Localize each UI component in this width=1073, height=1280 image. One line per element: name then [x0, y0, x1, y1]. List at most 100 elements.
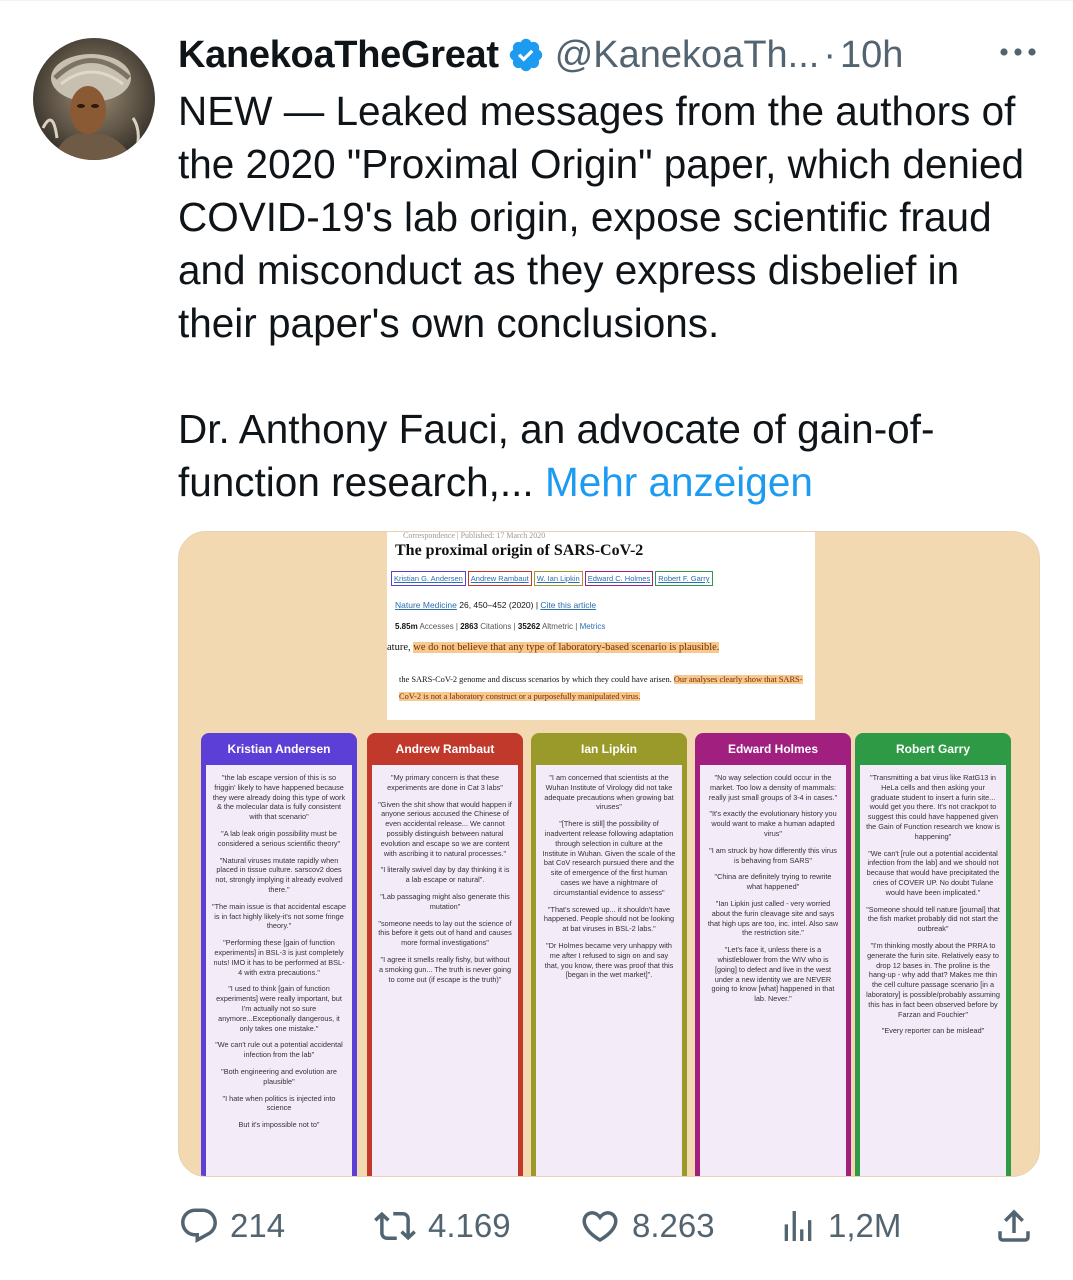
- like-button[interactable]: 8.263: [578, 1200, 715, 1252]
- paper-authors: Kristian G. Andersen Andrew Rambaut W. Ian…: [391, 571, 713, 586]
- column-quote: "It's exactly the evolutionary history y…: [709, 809, 837, 838]
- timestamp[interactable]: 10h: [840, 34, 903, 77]
- column-quote: "China are definitely trying to rewrite …: [714, 872, 832, 892]
- quote1-lead: ature,: [387, 642, 414, 653]
- paper-title: The proximal origin of SARS-CoV-2: [395, 542, 644, 559]
- quote1-highlight: we do not believe that any type of labor…: [413, 642, 720, 653]
- heart-icon: [582, 1211, 618, 1243]
- column-quote: "Lab passaging might also generate this …: [380, 891, 510, 911]
- tweet-paragraph: Dr. Anthony Fauci, an advocate of gain-o…: [178, 403, 1048, 509]
- paper-screenshot: Correspondence | Published: 17 March 202…: [387, 532, 815, 720]
- column-quote: "No way selection could occur in the mar…: [708, 773, 838, 802]
- paper-author: Andrew Rambaut: [467, 571, 532, 586]
- column-header: Andrew Rambaut: [395, 742, 495, 756]
- paper-author: Robert F. Garry: [655, 571, 713, 586]
- column-quote: "someone needs to lay out the science of…: [378, 918, 512, 948]
- column-quote: "Performing these [gain of function expe…: [213, 938, 345, 977]
- avatar-image: [33, 38, 155, 160]
- column-quote: "Someone should tell nature [journal] th…: [866, 904, 1000, 934]
- cite-link: Cite this article: [540, 600, 597, 610]
- quote2-plain: the SARS-CoV-2 genome and discuss scenar…: [399, 675, 674, 684]
- tweet-header: KanekoaTheGreat @KanekoaTh... · 10h: [178, 30, 1038, 80]
- column-quote: "Ian Lipkin just called - very worried a…: [707, 898, 839, 938]
- column-header: Edward Holmes: [727, 742, 819, 756]
- altmetric-label: Altmetric |: [540, 622, 580, 631]
- citations-label: Citations |: [478, 622, 518, 631]
- column-quote: "We can't [rule out a potential accident…: [866, 848, 1000, 897]
- column-quote: But it's impossible not to": [238, 1120, 320, 1130]
- column-quote: "That's screwed up... it shouldn't have …: [543, 904, 675, 934]
- paper-author: W. Ian Lipkin: [533, 571, 583, 586]
- journal-details: 26, 450–452 (2020) |: [456, 600, 541, 610]
- reply-button[interactable]: 214: [178, 1200, 285, 1252]
- display-name[interactable]: KanekoaTheGreat: [178, 34, 499, 77]
- like-count: 8.263: [632, 1207, 715, 1244]
- quote-column: Kristian Andersen "the lab escape version…: [201, 733, 357, 1176]
- paper-quote-1: ature, we do not believe that any type o…: [387, 642, 720, 653]
- accesses-value: 5.85m: [395, 622, 418, 631]
- quote-column: Edward Holmes "No way selection could occ…: [695, 733, 851, 1176]
- metrics-line: 5.85m Accesses | 2863 Citations | 35262 …: [395, 622, 605, 631]
- separator-dot: ·: [823, 33, 836, 76]
- citations-value: 2863: [460, 622, 479, 631]
- reply-count: 214: [230, 1207, 286, 1244]
- column-quote: "Natural viruses mutate rapidly when pla…: [215, 855, 343, 894]
- views-icon: [784, 1211, 812, 1241]
- column-quote: "I used to think [gain of function exper…: [216, 984, 342, 1033]
- column-quote: "the lab escape version of this is so fr…: [212, 773, 346, 822]
- column-quotes: "I am concerned that scientists at the W…: [536, 765, 682, 1176]
- journal-line: Nature Medicine 26, 450–452 (2020) | Cit…: [395, 600, 596, 610]
- quote-column: Andrew Rambaut "My primary concern is tha…: [367, 733, 523, 1176]
- quote-column: Ian Lipkin "I am concerned that scientist…: [531, 733, 687, 1176]
- share-icon: [998, 1209, 1030, 1242]
- column-quote: "Given the shit show that would happen i…: [378, 799, 512, 858]
- column-quote: "I literally swivel day by day thinking …: [380, 865, 510, 885]
- share-button[interactable]: [993, 1200, 1035, 1252]
- column-header: Kristian Andersen: [227, 742, 331, 756]
- column-quotes: "My primary concern is that these experi…: [372, 765, 518, 1176]
- column-quotes: "Transmitting a bat virus like RatG13 in…: [860, 765, 1006, 1176]
- quote-column: Robert Garry "Transmitting a bat virus li…: [855, 733, 1011, 1176]
- tweet-media-image[interactable]: Correspondence | Published: 17 March 202…: [178, 531, 1040, 1177]
- column-quote: "I am concerned that scientists at the W…: [544, 773, 674, 812]
- column-quote: "A lab leak origin possibility must be c…: [217, 828, 341, 848]
- column-header: Robert Garry: [895, 742, 971, 756]
- top-divider: [0, 0, 1073, 1]
- column-quote: "[There is still] the possibility of ina…: [542, 819, 676, 897]
- column-quote: "Every reporter can be mislead": [881, 1026, 985, 1036]
- more-options-icon[interactable]: [996, 30, 1040, 74]
- journal-name: Nature Medicine: [395, 600, 457, 610]
- verified-badge-icon: [507, 36, 545, 74]
- accesses-label: Accesses |: [417, 622, 461, 631]
- avatar[interactable]: [33, 38, 155, 160]
- column-quote: "Dr Holmes became very unhappy with me a…: [544, 940, 674, 980]
- column-quote: "My primary concern is that these experi…: [387, 773, 503, 792]
- retweet-count: 4.169: [428, 1207, 511, 1244]
- paper-author: Kristian G. Andersen: [391, 571, 466, 586]
- action-bar: 214 4.169 8.263 1,2M: [0, 1196, 1073, 1256]
- column-quote: "The main issue is that accidental escap…: [212, 901, 347, 931]
- column-quote: "We can't rule out a potential accidenta…: [215, 1040, 343, 1060]
- column-quote: "Let's face it, unless there is a whistl…: [711, 945, 835, 1004]
- show-more-link[interactable]: Mehr anzeigen: [545, 459, 813, 505]
- column-quote: "I am struck by how differently this vir…: [709, 845, 837, 865]
- column-quotes: "the lab escape version of this is so fr…: [206, 765, 352, 1176]
- views-count: 1,2M: [828, 1207, 902, 1244]
- tweet-paragraph: NEW — Leaked messages from the authors o…: [178, 88, 1024, 346]
- column-quote: "I agree it smells really fishy, but wit…: [378, 954, 512, 984]
- correspondence-line: Correspondence | Published: 17 March 202…: [403, 531, 546, 540]
- reply-icon: [181, 1208, 217, 1243]
- altmetric-value: 35262: [517, 622, 541, 631]
- retweet-button[interactable]: 4.169: [372, 1200, 511, 1252]
- user-handle[interactable]: @KanekoaTh...: [555, 34, 820, 77]
- column-header: Ian Lipkin: [580, 742, 637, 756]
- views-button[interactable]: 1,2M: [778, 1200, 901, 1252]
- column-quote: "Transmitting a bat virus like RatG13 in…: [866, 773, 1000, 841]
- column-quote: "I hate when politics is injected into s…: [222, 1093, 336, 1113]
- retweet-icon: [374, 1211, 416, 1241]
- metrics-link: Metrics: [579, 622, 606, 631]
- column-quote: "Both engineering and evolution are plau…: [221, 1066, 337, 1086]
- paper-author: Edward C. Holmes: [584, 571, 654, 586]
- tweet-text: NEW — Leaked messages from the authors o…: [178, 85, 1048, 509]
- column-quote: "I'm thinking mostly about the PRRA to g…: [866, 940, 1000, 1019]
